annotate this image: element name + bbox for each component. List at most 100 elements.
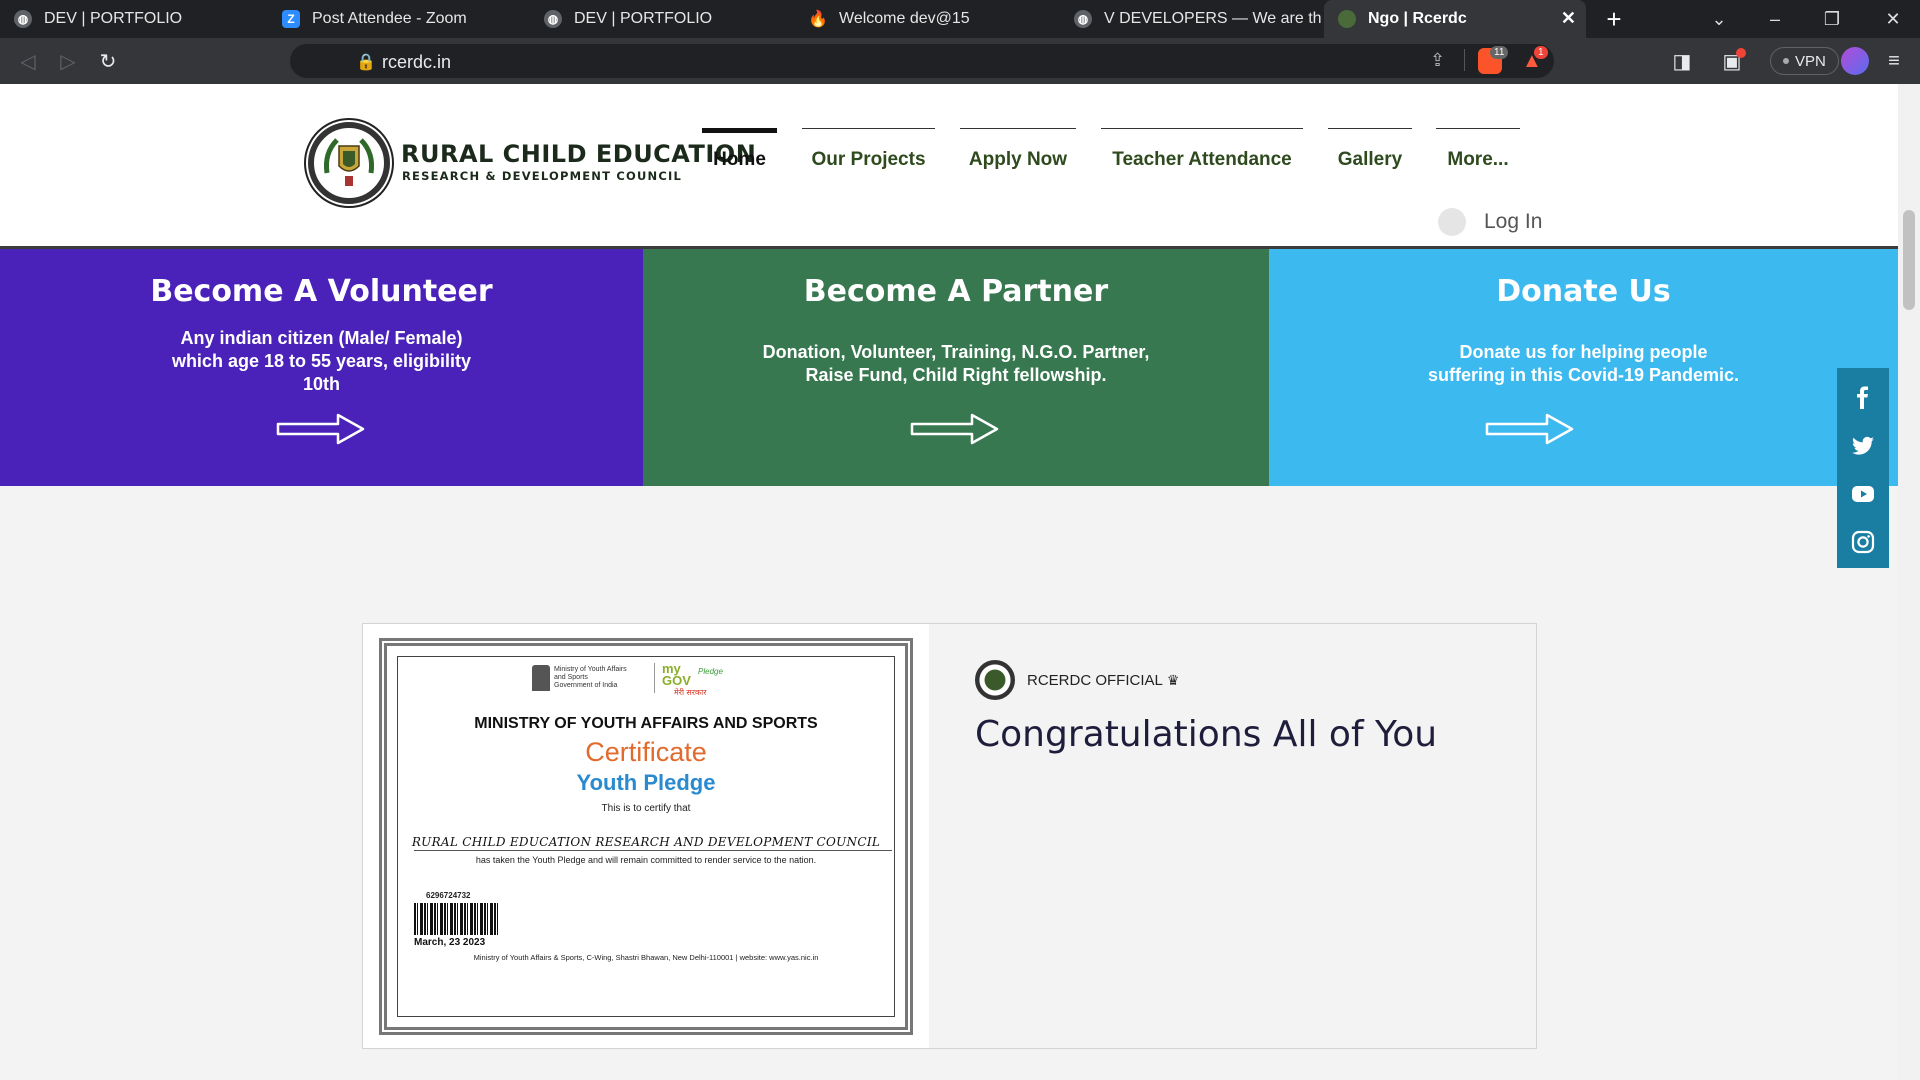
facebook-icon[interactable] bbox=[1851, 386, 1875, 410]
menu-icon[interactable]: ≡ bbox=[1882, 49, 1906, 73]
partner-text-line: Raise Fund, Child Right fellowship. bbox=[805, 365, 1107, 385]
social-bar bbox=[1837, 368, 1889, 568]
partner-block[interactable]: Become A Partner Donation, Volunteer, Tr… bbox=[643, 249, 1269, 486]
vpn-status-dot bbox=[1783, 58, 1789, 64]
certificate-date: March, 23 2023 bbox=[414, 937, 486, 948]
tab-search-icon[interactable]: ⌄ bbox=[1692, 0, 1746, 38]
divider bbox=[1464, 49, 1465, 71]
certificate-ministry: MINISTRY OF YOUTH AFFAIRS AND SPORTS bbox=[474, 715, 818, 732]
donate-text-line: suffering in this Covid-19 Pandemic. bbox=[1427, 365, 1740, 385]
vpn-label: VPN bbox=[1795, 52, 1826, 70]
certificate-recipient: RURAL CHILD EDUCATION RESEARCH AND DEVEL… bbox=[411, 835, 881, 849]
web-page: RURAL CHILD EDUCATION RESEARCH & DEVELOP… bbox=[0, 84, 1920, 1080]
ministry-small-line: Ministry of Youth Affairs bbox=[554, 666, 627, 673]
page-scrollbar[interactable] bbox=[1898, 84, 1920, 1080]
flame-icon: 🔥 bbox=[808, 11, 828, 28]
close-tab-icon[interactable]: ✕ bbox=[1561, 8, 1576, 29]
donate-block[interactable]: Donate Us Donate us for helping people s… bbox=[1269, 249, 1898, 486]
barcode bbox=[414, 903, 500, 935]
twitter-icon[interactable] bbox=[1851, 434, 1875, 458]
share-icon[interactable]: ⇪ bbox=[1430, 50, 1445, 71]
nav-home[interactable]: Home bbox=[702, 128, 777, 178]
rewards-count-badge: 1 bbox=[1534, 46, 1548, 59]
rcerdc-logo-emblem[interactable] bbox=[302, 118, 396, 208]
certificate-image[interactable]: Ministry of Youth Affairs and Sports Gov… bbox=[363, 624, 929, 1048]
ministry-small-text: Ministry of Youth Affairs and Sports Gov… bbox=[554, 666, 627, 690]
nav-apply-now[interactable]: Apply Now bbox=[960, 128, 1076, 178]
tab-4[interactable]: 🔥 Welcome dev@15 bbox=[795, 0, 1063, 38]
nav-our-projects[interactable]: Our Projects bbox=[802, 128, 935, 178]
reload-icon[interactable]: ↻ bbox=[96, 49, 120, 73]
mygov-logo: my GOV bbox=[662, 661, 691, 688]
globe-icon: ◍ bbox=[1074, 10, 1092, 28]
browser-toolbar: ◁ ▷ ↻ ⌑ 🔒 rcerdc.in ⇪ 11 ▲ 1 ◨ ▣ VPN ≡ bbox=[0, 38, 1920, 84]
sidebar-icon[interactable]: ◨ bbox=[1670, 49, 1694, 73]
tab-strip: ◍ DEV | PORTFOLIO Z Post Attendee - Zoom… bbox=[0, 0, 1920, 38]
blog-post-card[interactable]: Ministry of Youth Affairs and Sports Gov… bbox=[362, 623, 1537, 1049]
post-title[interactable]: Congratulations All of You bbox=[975, 714, 1437, 755]
vpn-button[interactable]: VPN bbox=[1770, 47, 1839, 75]
scrollbar-thumb[interactable] bbox=[1903, 210, 1915, 310]
tab-3[interactable]: ◍ DEV | PORTFOLIO bbox=[530, 0, 798, 38]
certificate-footer: Ministry of Youth Affairs & Sports, C-Wi… bbox=[473, 953, 819, 962]
certificate-border: Ministry of Youth Affairs and Sports Gov… bbox=[379, 638, 913, 1035]
instagram-icon[interactable] bbox=[1851, 530, 1875, 554]
globe-icon: ◍ bbox=[544, 10, 562, 28]
tab-title: V DEVELOPERS — We are the DE bbox=[1104, 10, 1322, 27]
author-avatar bbox=[975, 660, 1015, 700]
author-name: RCERDC OFFICIAL bbox=[1027, 671, 1163, 689]
arrow-right-icon[interactable] bbox=[910, 412, 1000, 446]
tab-1[interactable]: ◍ DEV | PORTFOLIO bbox=[0, 0, 268, 38]
close-window-button[interactable]: ✕ bbox=[1866, 0, 1920, 38]
post-author[interactable]: RCERDC OFFICIAL ♛ bbox=[975, 660, 1179, 700]
certificate-statement: has taken the Youth Pledge and will rema… bbox=[475, 855, 817, 865]
url-text[interactable]: rcerdc.in bbox=[382, 52, 451, 73]
donate-title: Donate Us bbox=[1496, 274, 1671, 309]
new-tab-button[interactable]: + bbox=[1587, 0, 1641, 38]
profile-avatar[interactable] bbox=[1841, 47, 1869, 75]
ministry-small-line: Government of India bbox=[554, 682, 618, 689]
back-icon[interactable]: ◁ bbox=[16, 49, 40, 73]
nav-teacher-attendance[interactable]: Teacher Attendance bbox=[1101, 128, 1303, 178]
arrow-right-icon[interactable] bbox=[1485, 412, 1575, 446]
volunteer-text-line: which age 18 to 55 years, eligibility bbox=[171, 351, 472, 371]
tab-2[interactable]: Z Post Attendee - Zoom bbox=[268, 0, 536, 38]
partner-title: Become A Partner bbox=[803, 274, 1109, 309]
login-button[interactable]: Log In bbox=[1438, 208, 1542, 236]
arrow-right-icon[interactable] bbox=[276, 412, 366, 446]
donate-text-line: Donate us for helping people bbox=[1459, 342, 1708, 362]
pledge-badge: Pledge bbox=[698, 667, 723, 676]
shields-count-badge: 11 bbox=[1490, 46, 1509, 59]
tab-title: Post Attendee - Zoom bbox=[312, 10, 467, 27]
tab-5[interactable]: ◍ V DEVELOPERS — We are the DE bbox=[1060, 0, 1322, 38]
site-header: RURAL CHILD EDUCATION RESEARCH & DEVELOP… bbox=[0, 84, 1898, 249]
login-label: Log In bbox=[1484, 210, 1543, 233]
divider bbox=[654, 663, 655, 693]
tab-title: Welcome dev@15 bbox=[839, 10, 970, 27]
lock-icon: 🔒 bbox=[356, 54, 376, 71]
partner-text-line: Donation, Volunteer, Training, N.G.O. Pa… bbox=[762, 342, 1150, 362]
user-avatar-icon bbox=[1438, 208, 1466, 236]
maximize-button[interactable]: ❐ bbox=[1805, 0, 1859, 38]
volunteer-text-line: 10th bbox=[302, 374, 340, 394]
wallet-badge bbox=[1736, 48, 1746, 58]
volunteer-title: Become A Volunteer bbox=[150, 274, 493, 309]
certificate-body: Ministry of Youth Affairs and Sports Gov… bbox=[397, 656, 895, 1017]
globe-icon: ◍ bbox=[14, 10, 32, 28]
address-bar[interactable]: 🔒 rcerdc.in ⇪ 11 ▲ 1 bbox=[290, 44, 1554, 78]
zoom-icon: Z bbox=[282, 10, 300, 28]
volunteer-text-line: Any indian citizen (Male/ Female) bbox=[180, 328, 463, 348]
tab-6-active[interactable]: Ngo | Rcerdc ✕ bbox=[1324, 0, 1586, 38]
youtube-icon[interactable] bbox=[1851, 482, 1875, 506]
recipient-underline bbox=[414, 850, 892, 851]
minimize-button[interactable]: – bbox=[1748, 0, 1802, 38]
forward-icon[interactable]: ▷ bbox=[56, 49, 80, 73]
volunteer-block[interactable]: Become A Volunteer Any indian citizen (M… bbox=[0, 249, 643, 486]
nav-more[interactable]: More... bbox=[1436, 128, 1520, 178]
certificate-certify-text: This is to certify that bbox=[601, 803, 691, 814]
nav-gallery[interactable]: Gallery bbox=[1328, 128, 1412, 178]
site-logo-icon bbox=[1338, 10, 1356, 28]
crown-icon: ♛ bbox=[1166, 671, 1180, 688]
tab-title: DEV | PORTFOLIO bbox=[44, 10, 183, 27]
ministry-small-line: and Sports bbox=[554, 674, 588, 681]
